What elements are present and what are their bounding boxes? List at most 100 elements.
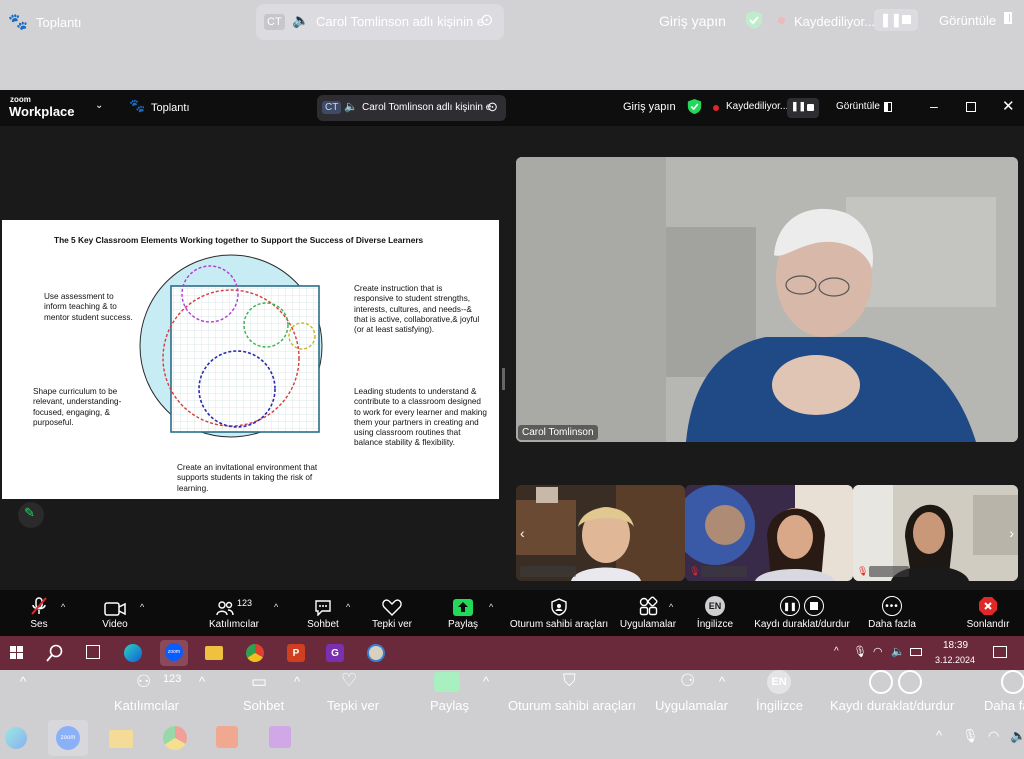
windows-start-icon[interactable] xyxy=(10,646,23,659)
participants-count: 123 xyxy=(236,598,253,608)
ghost-participants-label: Katılımcılar xyxy=(114,698,180,713)
shield-check-icon[interactable] xyxy=(687,98,702,115)
battery-icon[interactable] xyxy=(910,648,922,656)
ghost-speaker-text: Carol Tomlinson adlı kişinin e xyxy=(316,14,485,29)
ghost-edge-icon xyxy=(5,727,27,749)
ghost-explorer-icon xyxy=(109,730,133,748)
chevron-up-icon[interactable]: ^ xyxy=(834,646,839,657)
paint-app-icon[interactable] xyxy=(367,644,385,662)
ghost-speaker-initials: CT xyxy=(264,14,285,30)
share-options-caret[interactable]: ^ xyxy=(489,602,493,612)
react-button[interactable]: Tepki ver xyxy=(370,590,414,636)
ghost-powerpoint-icon xyxy=(216,726,238,748)
ghost-pdf-icon xyxy=(269,726,291,748)
ghost-chevron-up-icon: ^ xyxy=(936,728,943,743)
end-call-icon xyxy=(979,597,997,615)
participants-icon xyxy=(216,601,234,616)
speaker-name-label: Carol Tomlinson xyxy=(518,425,598,440)
more-label: Daha fazla xyxy=(868,619,916,630)
chat-button[interactable]: Sohbet xyxy=(303,590,343,636)
video-options-caret[interactable]: ^ xyxy=(140,602,144,612)
task-view-icon[interactable] xyxy=(86,645,100,659)
ghost-caret: ^ xyxy=(483,674,490,689)
share-screen-icon xyxy=(453,599,473,616)
ghost-meeting-label: Toplantı xyxy=(36,15,82,30)
participants-options-caret[interactable]: ^ xyxy=(274,602,278,612)
sign-in-link[interactable]: Giriş yapın xyxy=(623,101,676,113)
active-speaker-pill[interactable]: CT 🔈 Carol Tomlinson adlı kişinin e ⊙ xyxy=(317,95,506,121)
zoom-meeting-window: zoom Workplace ⌄ 🐾 Toplantı CT 🔈 Carol T… xyxy=(0,90,1024,636)
speaker-icon: 🔈 xyxy=(292,12,310,28)
meeting-label[interactable]: Toplantı xyxy=(151,102,190,114)
speaker-video-frame xyxy=(516,157,1018,442)
clock-time[interactable]: 18:39 xyxy=(943,640,968,651)
ghost-chat-label: Sohbet xyxy=(243,698,285,713)
host-tools-button[interactable]: Oturum sahibi araçları xyxy=(508,590,610,636)
host-tools-label: Oturum sahibi araçları xyxy=(509,619,609,630)
slide-text-instruction: Create instruction that is responsive to… xyxy=(354,284,480,335)
ghost-view-label: Görüntüle xyxy=(939,13,997,28)
mic-tray-icon[interactable]: 🎙 xyxy=(853,645,867,658)
end-meeting-button[interactable]: Sonlandır xyxy=(964,590,1012,636)
more-circle-icon[interactable]: ⊙ xyxy=(487,99,498,115)
share-button[interactable]: Paylaş xyxy=(447,590,479,636)
file-explorer-icon[interactable] xyxy=(205,646,223,660)
ghost-wifi-icon: ◠ xyxy=(988,728,1000,743)
ghost-language-label: İngilizce xyxy=(756,698,803,713)
classroom-elements-diagram xyxy=(139,254,323,438)
close-icon[interactable]: ✕ xyxy=(1002,97,1015,115)
ghost-language-badge: EN xyxy=(767,670,791,694)
zoom-logo-top: zoom xyxy=(10,95,31,104)
pdf-app-icon[interactable]: G xyxy=(326,644,344,662)
audio-options-caret[interactable]: ^ xyxy=(61,602,65,612)
restore-icon[interactable] xyxy=(966,102,976,112)
notifications-icon[interactable] xyxy=(993,646,1007,658)
edge-icon[interactable] xyxy=(124,644,142,662)
audio-button[interactable]: Ses xyxy=(22,590,56,636)
minimize-icon[interactable]: – xyxy=(930,98,938,114)
powerpoint-icon[interactable]: P xyxy=(287,644,305,662)
apps-options-caret[interactable]: ^ xyxy=(669,602,673,612)
ghost-caret: ^ xyxy=(20,674,27,689)
annotate-button[interactable]: ✎ xyxy=(18,502,44,528)
clock-date[interactable]: 3.12.2024 xyxy=(935,655,975,665)
more-button[interactable]: ••• Daha fazla xyxy=(866,590,918,636)
shared-screen-slide: The 5 Key Classroom Elements Working tog… xyxy=(2,220,499,499)
pause-stop-recording-button[interactable]: ❚❚ Kaydı duraklat/durdur xyxy=(750,590,854,636)
chevron-down-icon[interactable]: ⌄ xyxy=(95,100,103,111)
participants-button[interactable]: 123 Katılımcılar xyxy=(206,590,262,636)
chevron-left-icon[interactable]: ‹ xyxy=(520,525,525,541)
chat-icon xyxy=(315,600,331,616)
wifi-icon[interactable]: ◠ xyxy=(873,645,883,658)
search-icon[interactable] xyxy=(46,644,64,662)
stop-recording-icon[interactable] xyxy=(807,104,814,111)
volume-icon[interactable]: 🔈 xyxy=(891,645,905,658)
participant-thumbnail-3[interactable]: 🎙 › xyxy=(853,485,1018,581)
participant-thumbnail-2[interactable]: 🎙 xyxy=(685,485,853,581)
layout-icon[interactable] xyxy=(884,102,892,112)
slide-text-curriculum: Shape curriculum to be relevant, underst… xyxy=(33,387,122,427)
ghost-participants-icon: ⚇ xyxy=(136,672,152,691)
pause-icon: ❚❚ xyxy=(780,596,800,616)
pause-recording-icon[interactable]: ❚❚ xyxy=(791,101,806,112)
pause-icon: ❚❚ xyxy=(880,12,902,27)
chevron-right-icon[interactable]: › xyxy=(1009,525,1014,541)
ghost-volume-icon: 🔈 xyxy=(1010,728,1024,743)
participant-name-bar xyxy=(520,566,576,577)
paw-icon: 🐾 xyxy=(129,98,146,113)
meeting-control-bar: Ses ^ Video ^ 123 Katılımcılar ^ Sohbet … xyxy=(0,590,1024,636)
chrome-icon[interactable] xyxy=(246,644,264,662)
chat-options-caret[interactable]: ^ xyxy=(346,602,350,612)
apps-button[interactable]: Uygulamalar xyxy=(618,590,678,636)
view-button[interactable]: Görüntüle xyxy=(836,101,880,112)
participants-label: Katılımcılar xyxy=(208,619,259,630)
main-speaker-video[interactable]: Carol Tomlinson xyxy=(516,157,1018,442)
video-button[interactable]: Video xyxy=(98,590,132,636)
participant-thumbnail-1[interactable]: ‹ xyxy=(516,485,685,581)
ghost-caret: ^ xyxy=(719,674,726,689)
splitter-handle[interactable] xyxy=(502,368,505,390)
ghost-apps-label: Uygulamalar xyxy=(655,698,728,713)
pencil-icon: ✎ xyxy=(24,505,35,520)
apps-icon xyxy=(639,596,658,616)
language-button[interactable]: EN İngilizce xyxy=(694,590,736,636)
